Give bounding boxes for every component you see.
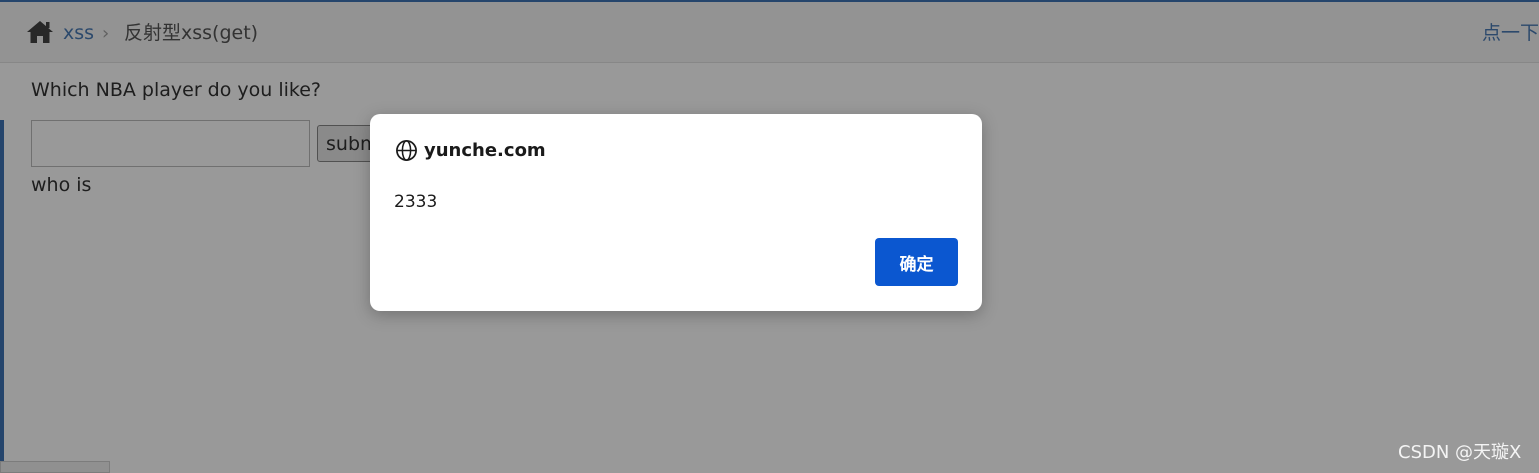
globe-icon	[395, 139, 418, 162]
watermark: CSDN @天璇X	[1398, 442, 1522, 463]
alert-dialog: yunche.com 2333 确定	[370, 114, 982, 311]
ok-button[interactable]: 确定	[875, 238, 958, 286]
dialog-message: 2333	[394, 192, 438, 212]
dialog-origin: yunche.com	[424, 140, 546, 161]
